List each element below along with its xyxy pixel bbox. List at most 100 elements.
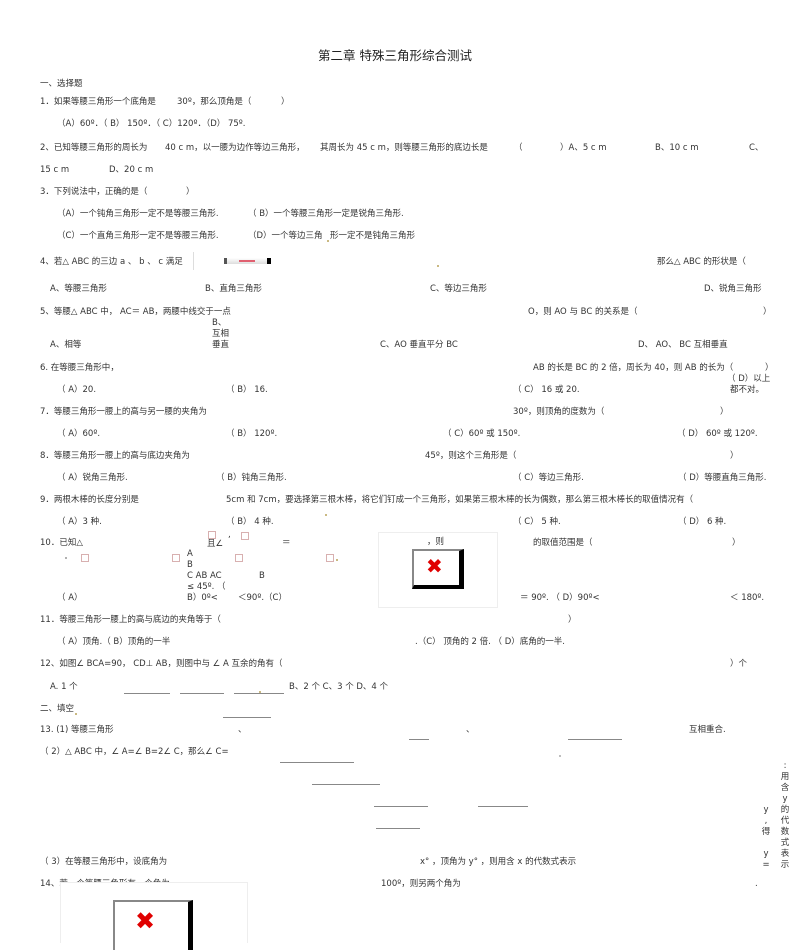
- q10-and-angle: 且∠: [207, 539, 224, 549]
- q11-option-cd: .（C） 顶角的 2 倍. （ D）底角的一半.: [415, 637, 566, 647]
- q5-option-b-line1: B、: [212, 318, 227, 328]
- q6-option-c: （ C） 16 或 20.: [513, 385, 580, 395]
- q9-option-d: （ D） 6 种.: [678, 517, 727, 527]
- q3-option-a: （A）一个钝角三角形一定不是等腰三角形.: [57, 209, 219, 219]
- q12-option-a: A. 1 个: [50, 682, 78, 692]
- answer-blank[interactable]: [409, 739, 429, 740]
- q1-options: （A）60º．（ B） 150º．（ C）120º．（D） 75º.: [57, 119, 246, 129]
- q5-option-d: D、 AO、 BC 互相垂直: [638, 340, 728, 350]
- section-heading-fill: 二、填空: [40, 704, 75, 714]
- q1-close: ）: [281, 97, 290, 107]
- q7-option-b: （ B） 120º.: [226, 429, 278, 439]
- answer-blank[interactable]: [478, 806, 528, 807]
- q5-option-b-line3: 垂直: [212, 340, 230, 350]
- q2-stem: 2、已知等腰三角形的周长为: [40, 143, 148, 153]
- q4-option-a: A、等腰三角形: [50, 284, 107, 294]
- q10-lt90: ＜90º.（C）: [238, 593, 287, 603]
- q12-close: ）个: [730, 659, 748, 669]
- q10-lt180: ＜ 180º.: [730, 593, 765, 603]
- q6-stem2: AB 的长是 BC 的 2 倍，周长为 40，则 AB 的长为（: [533, 363, 734, 373]
- q10-range: 的取值范围是（: [533, 538, 593, 548]
- stray-dot: [75, 713, 77, 715]
- q9-option-c: （ C） 5 种.: [513, 517, 561, 527]
- q2-option-c-value: 15 c m: [40, 165, 70, 175]
- q4-option-b: B、直角三角形: [205, 284, 262, 294]
- broken-image-icon: [81, 554, 89, 562]
- answer-blank[interactable]: [234, 693, 284, 694]
- q2-option-c: C、: [749, 143, 764, 153]
- q3-stem: 3．下列说法中，正确的是（: [40, 187, 148, 197]
- stray-dot: [437, 265, 439, 267]
- answer-blank[interactable]: [180, 693, 224, 694]
- q2-option-a: ）A、5 c m: [560, 143, 607, 153]
- q13-part3: （ 3）在等腰三角形中，设底角为: [40, 857, 168, 867]
- q14-figure-frame: ✖: [60, 882, 248, 950]
- q10-col-b: B: [187, 560, 193, 570]
- q7-option-a: （ A）60º.: [57, 429, 101, 439]
- answer-blank[interactable]: [568, 739, 622, 740]
- q9-stem: 9．两根木棒的长度分别是: [40, 495, 139, 505]
- stray-dot: [65, 557, 67, 559]
- broken-image-icon: [326, 554, 334, 562]
- q6-option-b: （ B） 16.: [226, 385, 268, 395]
- q10-eq90: ＝ 90º. （ D）90º<: [520, 593, 600, 603]
- broken-image-icon: [235, 554, 243, 562]
- q13-part1-end: 互相重合.: [689, 725, 726, 735]
- q2-paren: （: [514, 143, 523, 153]
- q9-option-b: （ B） 4 种.: [226, 517, 274, 527]
- q13-part2: （ 2）△ ABC 中，∠ A=∠ B=2∠ C，那么∠ C=: [40, 747, 229, 757]
- q7-option-d: （ D） 60º 或 120º.: [677, 429, 758, 439]
- q1-stem: 1．如果等腰三角形一个底角是: [40, 97, 156, 107]
- q13-part1: 13. (1) 等腰三角形: [40, 725, 114, 735]
- q9-stem2: 5cm 和 7cm，要选择第三根木棒，将它们钉成一个三角形，如果第三根木棒的长为…: [226, 495, 694, 505]
- q4-stem2: 那么△ ABC 的形状是（: [657, 257, 746, 267]
- q13-part1-sep2: 、: [466, 725, 475, 735]
- q6-option-a: （ A）20.: [57, 385, 97, 395]
- q7-stem: 7．等腰三角形一腰上的高与另一腰的夹角为: [40, 407, 207, 417]
- stray-dot: [327, 240, 329, 242]
- q3-option-b: （ B）一个等腰三角形一定是锐角三角形.: [248, 209, 404, 219]
- q5-option-b-line2: 互相: [212, 329, 230, 339]
- broken-image-icon: ✖: [412, 549, 464, 589]
- q8-option-a: （ A）锐角三角形.: [57, 473, 128, 483]
- answer-blank[interactable]: [312, 784, 380, 785]
- q10-close: ）: [732, 538, 741, 548]
- answer-blank[interactable]: [374, 806, 428, 807]
- q13-part1-sep: 、: [238, 725, 247, 735]
- formula-image-frame: [193, 252, 302, 270]
- q14-end: .: [755, 879, 758, 889]
- q10-col-a: A: [187, 549, 193, 559]
- broken-image-icon: [208, 531, 216, 539]
- q8-option-d: （ D）等腰直角三角形.: [678, 473, 767, 483]
- q5-stem: 5、等腰△ ABC 中， AC＝ AB，两腰中线交于一点: [40, 307, 231, 317]
- q3-option-d-part2: 形一定不是钝角三角形: [330, 231, 416, 241]
- q9-option-a: （ A）3 种.: [57, 517, 102, 527]
- q7-close: ）: [720, 407, 729, 417]
- broken-image-icon: [241, 532, 249, 540]
- answer-blank[interactable]: [280, 762, 354, 763]
- q7-stem2: 30º，则顶角的度数为（: [513, 407, 605, 417]
- stray-dot: [559, 755, 561, 757]
- broken-image-icon: ✖: [113, 900, 193, 950]
- answer-blank[interactable]: [124, 693, 170, 694]
- q10-col-b2: B: [259, 571, 265, 581]
- q10-comma: ,: [228, 530, 231, 540]
- answer-blank[interactable]: [376, 828, 420, 829]
- broken-image-icon: [172, 554, 180, 562]
- q13-part3b: x° ，顶角为 y° ，则用含 x 的代数式表示: [420, 857, 577, 867]
- q8-option-b: （ B）钝角三角形.: [216, 473, 287, 483]
- q10-col-le45: ≤ 45º. （: [187, 582, 226, 592]
- q6-stem: 6. 在等腰三角形中，: [40, 363, 119, 373]
- stray-dot: [325, 514, 327, 516]
- q3-option-c: （C）一个直角三角形一定不是等腰三角形.: [57, 231, 219, 241]
- answer-blank[interactable]: [223, 717, 271, 718]
- q10-stem: 10．已知△: [40, 538, 83, 548]
- q1-value: 30º，那么顶角是（: [177, 97, 252, 107]
- q3-option-d-part1: （D）一个等边三角: [248, 231, 323, 241]
- q2-option-b: B、10 c m: [655, 143, 699, 153]
- q11-close: ）: [568, 615, 577, 625]
- q5-option-a: A、相等: [50, 340, 82, 350]
- q11-option-ab: （ A）顶角.（ B）顶角的一半: [57, 637, 171, 647]
- formula-image-icon: [224, 258, 271, 264]
- page-title: 第二章 特殊三角形综合测试: [318, 48, 472, 63]
